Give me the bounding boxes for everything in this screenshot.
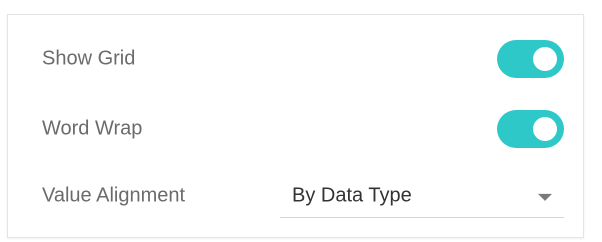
value-alignment-label: Value Alignment: [42, 184, 186, 207]
value-alignment-select[interactable]: By Data Type: [280, 174, 564, 218]
show-grid-toggle[interactable]: [497, 40, 564, 78]
word-wrap-toggle[interactable]: [497, 110, 564, 148]
value-alignment-row: Value Alignment By Data Type: [8, 174, 583, 218]
chevron-down-icon[interactable]: [538, 193, 552, 201]
value-alignment-value: By Data Type: [292, 184, 412, 206]
show-grid-row: Show Grid: [8, 39, 583, 79]
settings-panel: Show Grid Word Wrap Value Alignment By D…: [7, 14, 584, 238]
toggle-knob: [533, 47, 557, 71]
toggle-knob: [533, 117, 557, 141]
word-wrap-row: Word Wrap: [8, 109, 583, 149]
show-grid-label: Show Grid: [42, 47, 136, 70]
word-wrap-label: Word Wrap: [42, 117, 143, 140]
